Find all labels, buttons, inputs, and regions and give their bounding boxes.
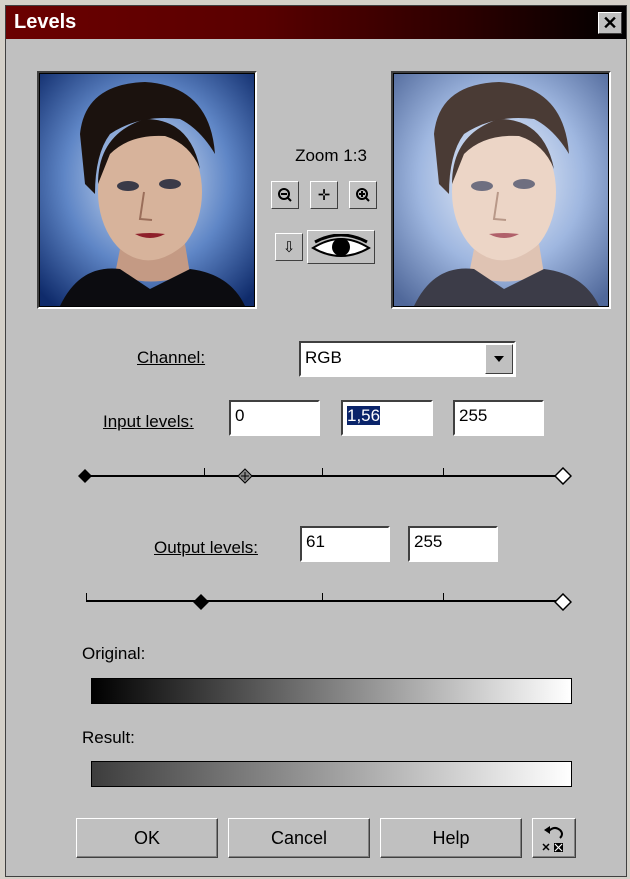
zoom-out-icon [278,188,292,202]
channel-value: RGB [305,348,342,367]
output-white-field[interactable]: 255 [408,526,498,562]
title-bar[interactable]: Levels ✕ [6,6,626,39]
zoom-out-button[interactable] [271,181,299,209]
channel-label: Channel: [137,348,206,367]
input-white-slider[interactable] [554,467,572,485]
output-white-slider[interactable] [554,593,572,611]
zoom-label: Zoom 1:3 [295,146,367,165]
original-portrait-image [40,74,254,306]
ok-button[interactable]: OK [76,818,218,858]
output-black-field[interactable]: 61 [300,526,390,562]
close-icon: ✕ [602,13,618,33]
chevron-down-icon [494,356,504,362]
reset-button[interactable] [532,818,576,858]
output-levels-label: Output levels: [154,538,258,557]
eye-icon [311,234,371,257]
pan-icon: ✛ [317,187,331,204]
undo-reset-icon [542,826,563,852]
input-white-field[interactable]: 255 [453,400,544,436]
result-label: Result: [82,728,135,747]
result-gradient [91,761,572,787]
input-levels-label: Input levels: [103,412,194,431]
input-levels-track [86,475,561,477]
input-tick [443,468,444,475]
result-preview[interactable] [391,71,611,309]
original-gradient [91,678,572,704]
output-tick [86,593,87,600]
dropdown-arrow[interactable] [485,344,513,374]
input-tick [204,468,205,475]
window-title: Levels [14,11,77,33]
zoom-in-button[interactable] [349,181,377,209]
original-preview[interactable] [37,71,257,309]
zoom-in-icon [356,188,370,202]
input-tick [322,468,323,475]
input-gamma-field[interactable]: 1,56 [341,400,433,436]
input-gamma-slider[interactable] [237,468,253,484]
proof-toggle-button[interactable] [307,230,375,264]
cancel-button[interactable]: Cancel [228,818,370,858]
input-black-field[interactable]: 0 [229,400,320,436]
result-portrait-image [394,74,608,306]
pan-button[interactable]: ✛ [310,181,338,209]
help-button[interactable]: Help [380,818,522,858]
original-label: Original: [82,644,146,663]
levels-dialog: Levels ✕ Zoom 1:3 ✛ ⇩ Channel: RGB Input… [5,5,627,877]
input-black-slider[interactable] [77,468,93,484]
jump-to-preview-button[interactable]: ⇩ [275,233,303,261]
down-arrow-icon: ⇩ [282,239,296,256]
output-levels-track [86,600,561,602]
channel-select[interactable]: RGB [299,341,516,377]
output-tick [322,593,323,600]
output-tick [443,593,444,600]
output-black-slider[interactable] [192,593,210,611]
close-button[interactable]: ✕ [598,12,622,34]
